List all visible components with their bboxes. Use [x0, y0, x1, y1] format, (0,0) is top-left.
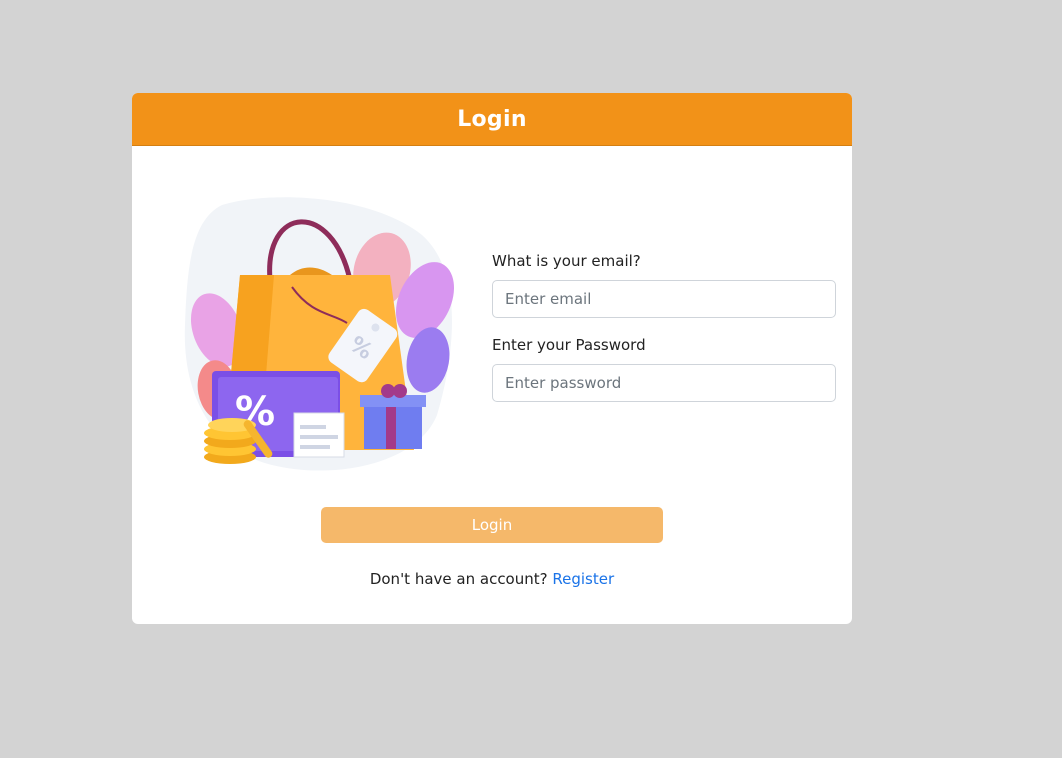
- register-prompt-line: Don't have an account? Register: [132, 570, 852, 588]
- login-button[interactable]: Login: [321, 507, 663, 543]
- card-header: Login: [132, 93, 852, 146]
- password-label: Enter your Password: [492, 336, 646, 354]
- password-field[interactable]: [492, 364, 836, 402]
- email-field[interactable]: [492, 280, 836, 318]
- login-form: What is your email? Enter your Password: [492, 251, 836, 419]
- shopping-bag-icon: % %: [184, 197, 455, 471]
- register-prompt-text: Don't have an account?: [369, 570, 548, 588]
- page-title: Login: [457, 106, 527, 132]
- login-card: Login % % What is your email? Enter emai…: [132, 93, 852, 624]
- shopping-illustration: % %: [182, 195, 457, 475]
- register-link[interactable]: Register: [552, 570, 614, 588]
- email-label: What is your email?: [492, 252, 641, 270]
